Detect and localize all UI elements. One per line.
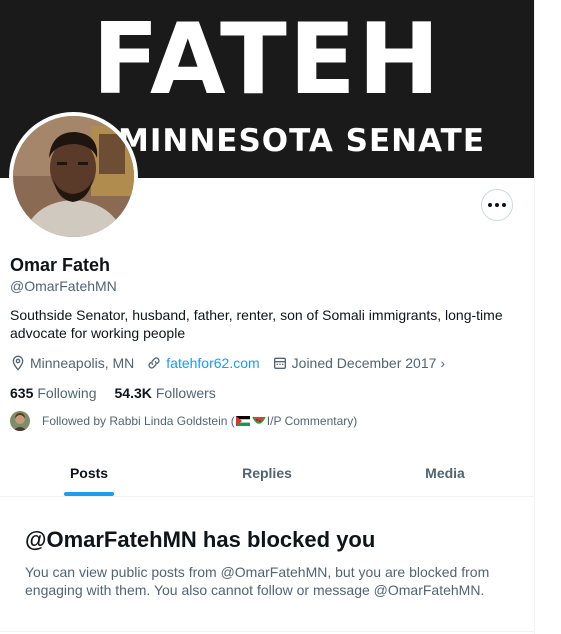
avatar-photo [13, 116, 134, 237]
followed-by-suffix: I/P Commentary) [266, 414, 358, 428]
tab-posts-label: Posts [69, 465, 109, 481]
link-icon [148, 357, 160, 369]
banner-subtitle: MINNESOTA SENATE [118, 123, 486, 159]
profile-name: Omar Fateh [10, 255, 111, 275]
active-tab-indicator [64, 492, 114, 496]
calendar-icon [273, 357, 286, 369]
following-link[interactable]: 635 Following [10, 385, 97, 401]
palestine-flag-icon [235, 416, 250, 426]
chevron-right-icon: › [440, 355, 446, 371]
divider [0, 631, 535, 632]
followers-label: Followers [155, 385, 216, 401]
followers-count: 54.3K [114, 385, 152, 401]
joined-text: Joined December 2017 [291, 355, 437, 371]
location-pin-icon [12, 355, 24, 371]
profile-tabs: Posts Replies Media [0, 450, 534, 497]
follow-counts: 635 Following 54.3K Followers [10, 385, 234, 401]
more-options-button[interactable] [481, 189, 513, 221]
joined-date[interactable]: Joined December 2017 › [272, 355, 445, 371]
profile-bio: Southside Senator, husband, father, rent… [10, 307, 503, 341]
tab-replies[interactable]: Replies [178, 450, 356, 496]
blocked-title: @OmarFatehMN has blocked you [25, 527, 376, 552]
followed-by-prefix: Followed by Rabbi Linda Goldstein ( [42, 414, 235, 428]
blocked-message: You can view public posts from @OmarFate… [25, 564, 490, 598]
tab-posts[interactable]: Posts [0, 450, 178, 496]
watermelon-icon [252, 416, 266, 424]
website-link[interactable]: fatehfor62.com [166, 355, 259, 371]
location-text: Minneapolis, MN [30, 355, 135, 371]
followers-link[interactable]: 54.3K Followers [115, 385, 216, 401]
more-icon [488, 203, 492, 207]
profile-page: FATEH MINNESOTA SENATE Omar Fateh @OmarF… [0, 0, 535, 634]
following-label: Following [37, 385, 97, 401]
tab-media[interactable]: Media [356, 450, 534, 496]
follower-avatar [10, 411, 30, 431]
banner-title: FATEH [92, 3, 442, 117]
profile-avatar[interactable] [9, 112, 138, 241]
website: fatehfor62.com [146, 355, 260, 371]
following-count: 635 [10, 385, 34, 401]
profile-handle: @OmarFatehMN [10, 278, 117, 294]
tab-media-label: Media [425, 465, 465, 481]
profile-meta: Minneapolis, MN fatehfor62.com Joined De… [10, 353, 457, 373]
location: Minneapolis, MN [10, 355, 134, 371]
followed-by[interactable]: Followed by Rabbi Linda Goldstein ( I/P … [10, 410, 357, 432]
tab-replies-label: Replies [242, 465, 292, 481]
